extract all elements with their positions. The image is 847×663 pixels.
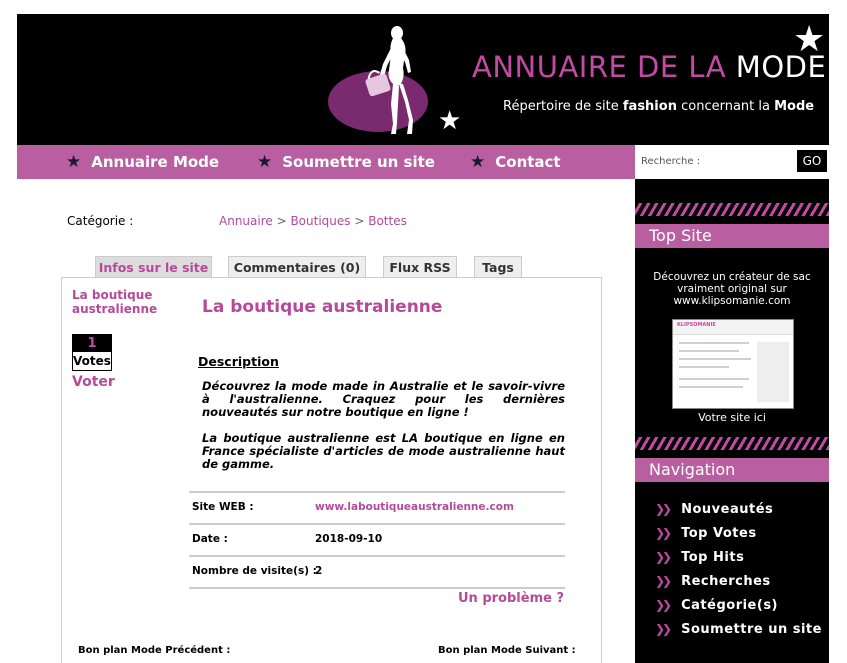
vote-counter: 1 Votes [72, 334, 112, 371]
double-chevron-icon: ❯❯ [655, 550, 672, 564]
thumbnail-line [679, 358, 751, 360]
star-icon: ★ [470, 152, 486, 172]
info-value: 2018-09-10 [315, 533, 383, 545]
breadcrumb-link[interactable]: Bottes [368, 214, 407, 228]
your-site-here-link[interactable]: Votre site ici [635, 411, 829, 424]
description-heading: Description [198, 354, 279, 369]
tab-infos[interactable]: Infos sur le site [95, 256, 212, 278]
description-text: Découvrez la mode made in Australie et l… [202, 380, 565, 484]
sidebar-item-label: Top Votes [681, 525, 757, 541]
next-site-label: Bon plan Mode Suivant : [438, 645, 576, 656]
sidebar-item-top-votes[interactable]: ❯❯ Top Votes [655, 521, 822, 545]
category-label: Catégorie : [67, 214, 134, 228]
site-subtitle: Répertoire de site fashion concernant la… [503, 99, 815, 114]
previous-site-label: Bon plan Mode Précédent : [78, 645, 231, 656]
sidebar-item-soumettre[interactable]: ❯❯ Soumettre un site [655, 617, 822, 641]
star-icon: ★ [793, 19, 826, 60]
breadcrumb: Annuaire > Boutiques > Bottes [219, 214, 407, 228]
tab-commentaires[interactable]: Commentaires (0) [228, 256, 366, 278]
promo-text: Découvrez un créateur de sac vraiment or… [653, 271, 811, 307]
voter-link[interactable]: Voter [72, 374, 115, 390]
double-chevron-icon: ❯❯ [655, 598, 672, 612]
nav-label: Soumettre un site [282, 153, 435, 171]
site-header: ANNUAIRE DE LA MODE Répertoire de site f… [17, 14, 829, 145]
main-nav: ★ Annuaire Mode ★ Soumettre un site ★ Conta… [17, 145, 635, 179]
star-icon: ★ [257, 152, 273, 172]
sidebar-item-label: Catégorie(s) [681, 597, 778, 613]
tab-flux-rss[interactable]: Flux RSS [383, 256, 457, 278]
nav-label: Contact [495, 153, 561, 171]
report-problem-link[interactable]: Un problème ? [458, 591, 564, 606]
breadcrumb-link[interactable]: Boutiques [290, 214, 350, 228]
sidebar-nav-list: ❯❯ Nouveautés ❯❯ Top Votes ❯❯ Top Hits ❯❯ Re… [655, 497, 822, 641]
tab-tags[interactable]: Tags [474, 256, 522, 278]
site-name-heading: La boutique australienne [202, 297, 443, 317]
fashion-silhouette-icon [365, 26, 413, 134]
page: ANNUAIRE DE LA MODE Répertoire de site f… [17, 14, 829, 663]
info-key: Site WEB : [192, 501, 254, 513]
nav-item-soumettre[interactable]: ★ Soumettre un site [257, 151, 435, 173]
stripes-decoration [635, 203, 829, 216]
sidebar-item-recherches[interactable]: ❯❯ Recherches [655, 569, 822, 593]
search-bar: Recherche : GO [635, 145, 829, 179]
sidebar-item-top-hits[interactable]: ❯❯ Top Hits [655, 545, 822, 569]
search-input[interactable]: Recherche : [641, 153, 791, 171]
sidebar-item-categories[interactable]: ❯❯ Catégorie(s) [655, 593, 822, 617]
sidebar-item-label: Soumettre un site [681, 621, 822, 637]
double-chevron-icon: ❯❯ [655, 622, 672, 636]
thumbnail-line [679, 386, 743, 388]
star-icon: ★ [438, 106, 462, 136]
breadcrumb-separator: > [272, 214, 291, 228]
sidebar-item-label: Nouveautés [681, 501, 774, 517]
description-paragraph: La boutique australienne est LA boutique… [202, 431, 565, 471]
nav-item-contact[interactable]: ★ Contact [470, 151, 561, 173]
nav-item-annuaire[interactable]: ★ Annuaire Mode [66, 151, 219, 173]
site-title: ANNUAIRE DE LA MODE [472, 50, 827, 84]
thumbnail-logo: KLIPSOMANIE [677, 322, 716, 328]
breadcrumb-link[interactable]: Annuaire [219, 214, 273, 228]
thumbnail-sidebar [757, 342, 789, 402]
sidebar-item-label: Top Hits [681, 549, 745, 565]
info-key: Nombre de visite(s) : [192, 565, 317, 577]
star-icon: ★ [66, 152, 82, 172]
double-chevron-icon: ❯❯ [655, 574, 672, 588]
main-content: Catégorie : Annuaire > Boutiques > Botte… [17, 179, 635, 663]
thumbnail-line [679, 350, 739, 352]
stripes-decoration [635, 437, 829, 450]
thumbnail-line [679, 366, 729, 368]
info-row-date: Date : 2018-09-10 [189, 523, 565, 555]
info-row-site-web: Site WEB : www.laboutiqueaustralienne.co… [189, 491, 565, 523]
search-go-button[interactable]: GO [797, 150, 827, 172]
panel-site-title: La boutique australienne [72, 288, 158, 316]
info-value: 2 [315, 565, 323, 577]
thumbnail-line [679, 342, 749, 344]
site-thumbnail[interactable]: KLIPSOMANIE [672, 319, 794, 409]
sidebar-item-label: Recherches [681, 573, 771, 589]
info-row-visits: Nombre de visite(s) : 2 [189, 555, 565, 587]
thumbnail-line [679, 378, 749, 380]
sidebar-item-nouveautes[interactable]: ❯❯ Nouveautés [655, 497, 822, 521]
double-chevron-icon: ❯❯ [655, 502, 672, 516]
sidebar: Top Site Découvrez un créateur de sac vr… [635, 179, 829, 663]
vote-label: Votes [73, 354, 111, 368]
description-paragraph: Découvrez la mode made in Australie et l… [202, 379, 565, 419]
vote-count: 1 [73, 335, 111, 352]
double-chevron-icon: ❯❯ [655, 526, 672, 540]
nav-label: Annuaire Mode [91, 153, 220, 171]
navigation-heading: Navigation [635, 458, 829, 482]
site-info-table: Site WEB : www.laboutiqueaustralienne.co… [189, 491, 565, 589]
top-site-heading: Top Site [635, 224, 829, 248]
site-url-link[interactable]: www.laboutiqueaustralienne.com [315, 501, 514, 513]
site-info-panel: La boutique australienne 1 Votes Voter L… [61, 277, 602, 663]
breadcrumb-separator: > [350, 214, 369, 228]
info-key: Date : [192, 533, 228, 545]
table-divider [189, 587, 565, 589]
